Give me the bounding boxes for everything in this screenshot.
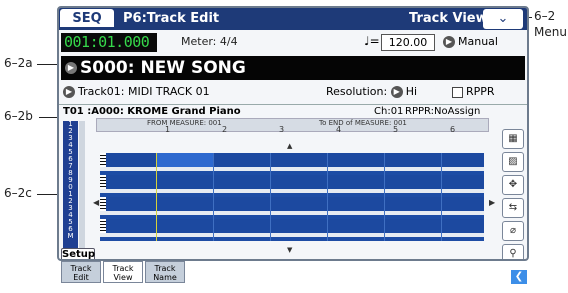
from-measure: FROM MEASURE: 001	[147, 119, 222, 127]
tool-button[interactable]: ⌀	[502, 221, 524, 241]
view-title: Track View	[409, 11, 488, 26]
track-program-info: T01 :A000: KROME Grand Piano	[63, 106, 241, 117]
selected-region[interactable]	[156, 153, 213, 167]
resolution-select[interactable]: Resolution: ▶ Hi	[326, 85, 417, 98]
measure-number: 1	[165, 125, 171, 134]
lcd-screen: SEQ P6:Track Edit Track View ⌄ 001:01.00…	[57, 6, 529, 261]
tool-button[interactable]: ⇆	[502, 198, 524, 218]
track-name: Track01: MIDI TRACK 01	[78, 85, 210, 98]
track-row: ▶ Track01: MIDI TRACK 01 Resolution: ▶ Hi …	[59, 83, 527, 101]
resolution-label: Resolution:	[326, 85, 388, 98]
grid-track-row[interactable]	[100, 197, 484, 215]
chevron-down-icon: ⌄	[497, 11, 509, 26]
song-select[interactable]: ▶ S000: NEW SONG	[61, 56, 525, 80]
measure-number: 4	[336, 125, 342, 134]
scroll-right-icon[interactable]: ▶	[489, 198, 495, 207]
measure-number: 2	[222, 125, 228, 134]
measure-number: 5	[393, 125, 399, 134]
tool-button[interactable]: ▨	[502, 152, 524, 172]
track-grid[interactable]	[100, 153, 484, 241]
page-title: P6:Track Edit	[123, 11, 220, 26]
scroll-left-icon[interactable]: ◀	[93, 198, 99, 207]
quarter-note-icon: ♩=	[364, 34, 380, 48]
callout-6-2c: 6–2c	[4, 186, 32, 200]
tempo-mode-label: Manual	[458, 35, 498, 48]
setup-button[interactable]: Setup	[61, 248, 95, 259]
rppr-label: RPPR	[466, 85, 495, 98]
title-bar: SEQ P6:Track Edit Track View ⌄	[59, 8, 527, 30]
scroll-up-icon[interactable]: ▲	[287, 142, 292, 150]
zoom-tool-button[interactable]: ⚲	[502, 244, 524, 259]
location-display[interactable]: 001:01.000	[61, 33, 157, 52]
scroll-down-icon[interactable]: ▼	[287, 246, 292, 254]
callout-6-2: 6–2	[534, 9, 556, 23]
meter[interactable]: Meter: 4/4	[181, 35, 238, 48]
playhead	[156, 153, 157, 241]
popup-arrow-icon: ▶	[63, 86, 75, 98]
rppr-checkbox[interactable]: RPPR	[452, 85, 495, 98]
track-select[interactable]: ▶ Track01: MIDI TRACK 01	[63, 85, 210, 98]
grid-track-row[interactable]	[100, 219, 484, 237]
popup-arrow-icon: ▶	[390, 86, 403, 98]
tool-button[interactable]: ▦	[502, 129, 524, 149]
mode-tab[interactable]: SEQ	[59, 8, 115, 28]
tab-track-edit[interactable]: Track Edit	[61, 261, 101, 283]
measure-range-bar[interactable]: FROM MEASURE: 001 To END of MEASURE: 001…	[96, 118, 489, 134]
move-tool-button[interactable]: ✥	[502, 175, 524, 195]
popup-arrow-icon: ▶	[65, 62, 77, 74]
grid-track-row[interactable]	[100, 175, 484, 193]
song-name: S000: NEW SONG	[80, 58, 246, 78]
resolution-value: Hi	[405, 85, 418, 98]
callout-6-2b: 6–2b	[4, 109, 33, 123]
grid-track-row[interactable]	[100, 153, 484, 171]
track-list[interactable]: 1 2 3 4 5 6 7 8 9 0 1 2 3 4 5 6 M	[63, 121, 78, 259]
track-rppr-info: RPPR:NoAssign	[405, 106, 481, 117]
location-row: 001:01.000 Meter: 4/4 ♩= 120.00 ▶ Manual	[59, 32, 527, 54]
tab-track-view[interactable]: Track View	[103, 261, 143, 283]
track-number: M	[67, 232, 74, 240]
measure-number: 6	[450, 125, 456, 134]
track-channel: Ch:01	[374, 106, 404, 117]
measure-number: 3	[279, 125, 285, 134]
checkbox-icon	[452, 86, 463, 98]
tab-track-name[interactable]: Track Name	[145, 261, 185, 283]
callout-6-2a: 6–2a	[4, 56, 33, 70]
tempo-mode[interactable]: ▶ Manual	[443, 35, 498, 48]
tempo-field[interactable]: 120.00	[381, 34, 435, 51]
page-menu-button[interactable]: ⌄	[483, 9, 523, 29]
track-list-scrollbar[interactable]	[79, 121, 85, 259]
popup-arrow-icon: ▶	[443, 36, 455, 48]
callout-menu: Menu	[534, 25, 567, 39]
back-arrow-icon[interactable]: ❮	[511, 270, 527, 284]
